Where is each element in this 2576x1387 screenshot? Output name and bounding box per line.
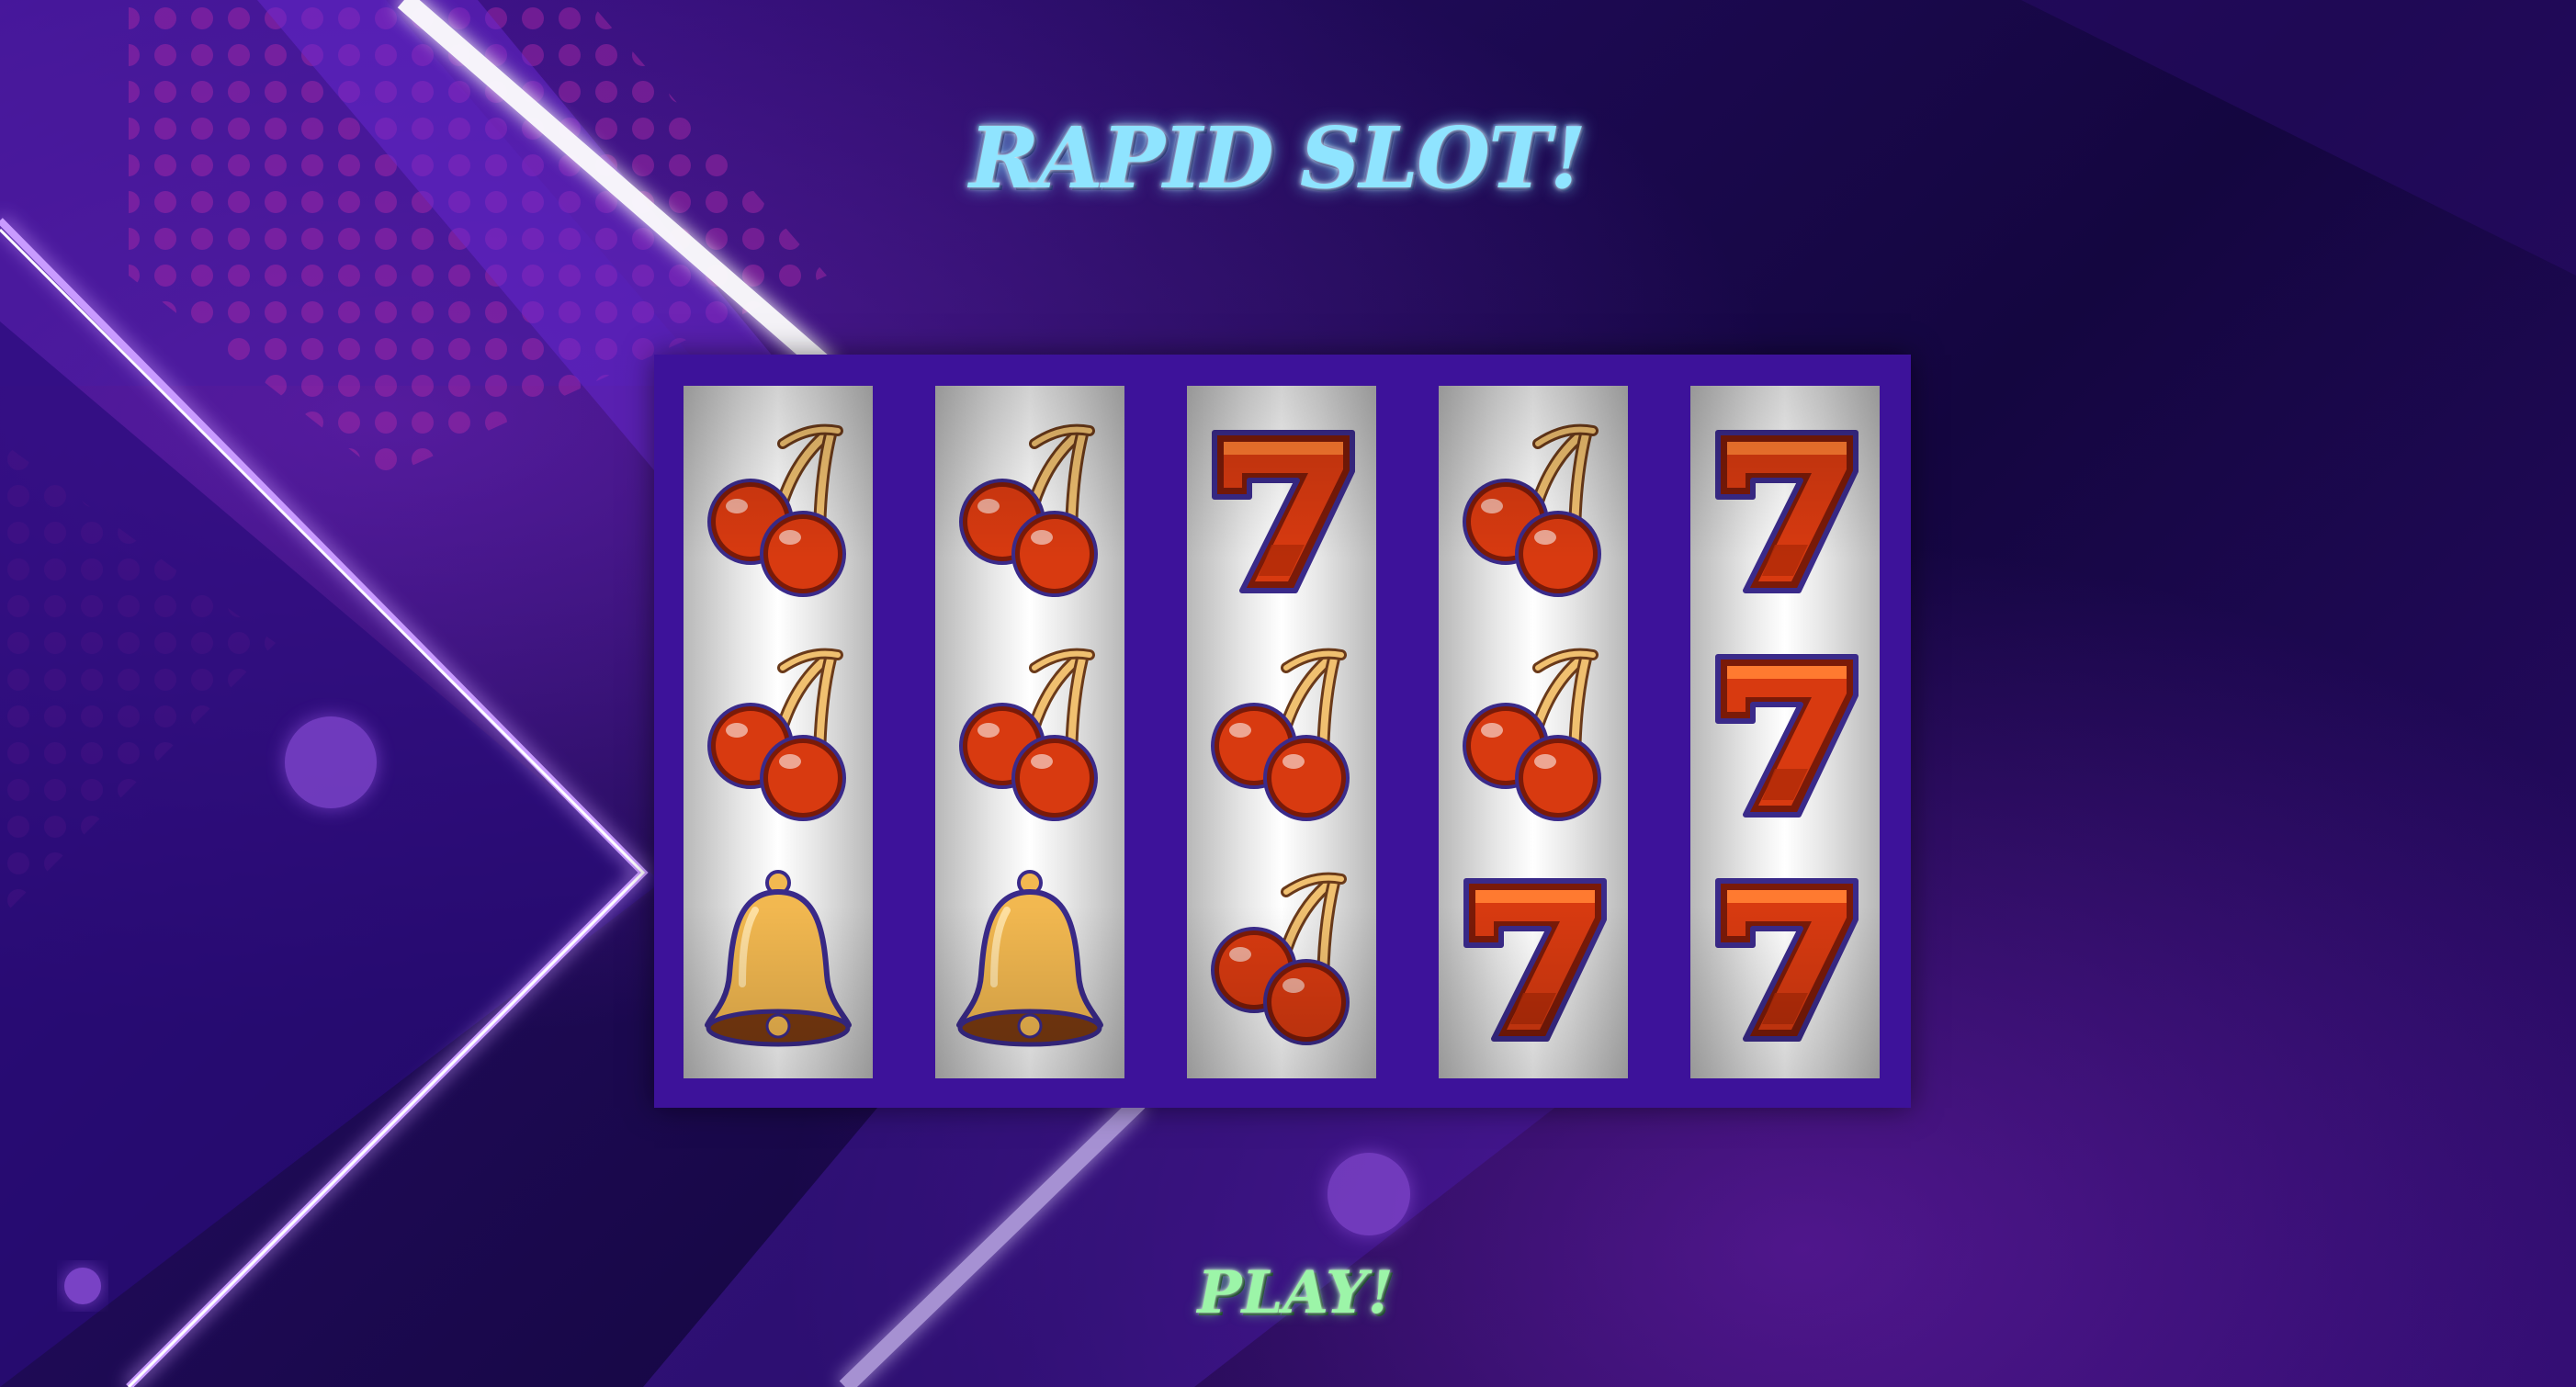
reel-3 [1187, 386, 1376, 1078]
seven-icon [1439, 846, 1628, 1066]
reel-1 [684, 386, 873, 1078]
seven-icon [1187, 398, 1376, 618]
reel-2 [935, 386, 1124, 1078]
reel-4 [1439, 386, 1628, 1078]
seven-icon [1690, 846, 1880, 1066]
cherry-icon [1439, 398, 1628, 618]
seven-icon [1690, 398, 1880, 618]
slot-reel-frame [654, 355, 1911, 1108]
game-stage: RAPID SLOT! PLAY! [0, 0, 2576, 1387]
cherry-icon [1439, 622, 1628, 842]
cherry-icon [935, 622, 1124, 842]
game-title: RAPID SLOT! [969, 108, 1587, 208]
cherry-icon [1187, 622, 1376, 842]
cherry-icon [1187, 846, 1376, 1066]
reel-5 [1690, 386, 1880, 1078]
seven-icon [1690, 622, 1880, 842]
cherry-icon [684, 398, 873, 618]
bell-icon [684, 846, 873, 1066]
play-button[interactable]: PLAY! [1158, 1258, 1433, 1327]
cherry-icon [935, 398, 1124, 618]
bell-icon [935, 846, 1124, 1066]
cherry-icon [684, 622, 873, 842]
